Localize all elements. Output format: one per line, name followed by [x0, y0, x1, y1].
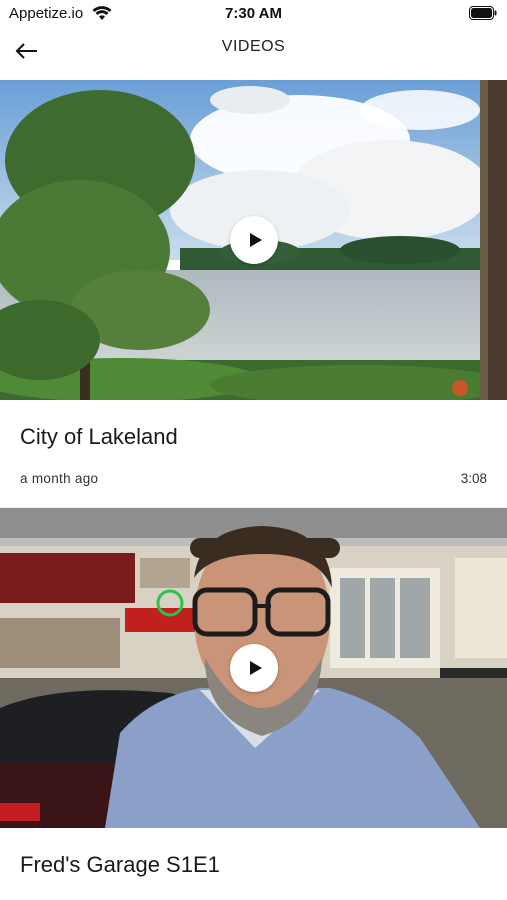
status-bar: Appetize.io 7:30 AM: [0, 0, 507, 28]
video-info: City of Lakeland a month ago 3:08: [0, 400, 507, 508]
page-title: VIDEOS: [221, 38, 286, 55]
video-title: Fred's Garage S1E1: [20, 852, 220, 877]
video-info: Fred's Garage S1E1: [0, 828, 507, 900]
video-card[interactable]: City of Lakeland a month ago 3:08: [0, 80, 507, 508]
status-time: 7:30 AM: [225, 5, 282, 22]
app-header: VIDEOS: [0, 28, 507, 80]
play-icon: [249, 661, 262, 675]
video-duration: 3:08: [460, 471, 487, 486]
play-icon: [249, 233, 262, 247]
battery-icon: [469, 6, 497, 20]
video-card[interactable]: Fred's Garage S1E1: [0, 508, 507, 900]
play-button[interactable]: [230, 216, 278, 264]
video-list: City of Lakeland a month ago 3:08 Fred's…: [0, 80, 507, 900]
video-title: City of Lakeland: [20, 424, 178, 449]
video-thumbnail[interactable]: [0, 508, 507, 828]
video-thumbnail[interactable]: [0, 80, 507, 400]
play-button[interactable]: [230, 644, 278, 692]
video-date: a month ago: [20, 471, 99, 486]
